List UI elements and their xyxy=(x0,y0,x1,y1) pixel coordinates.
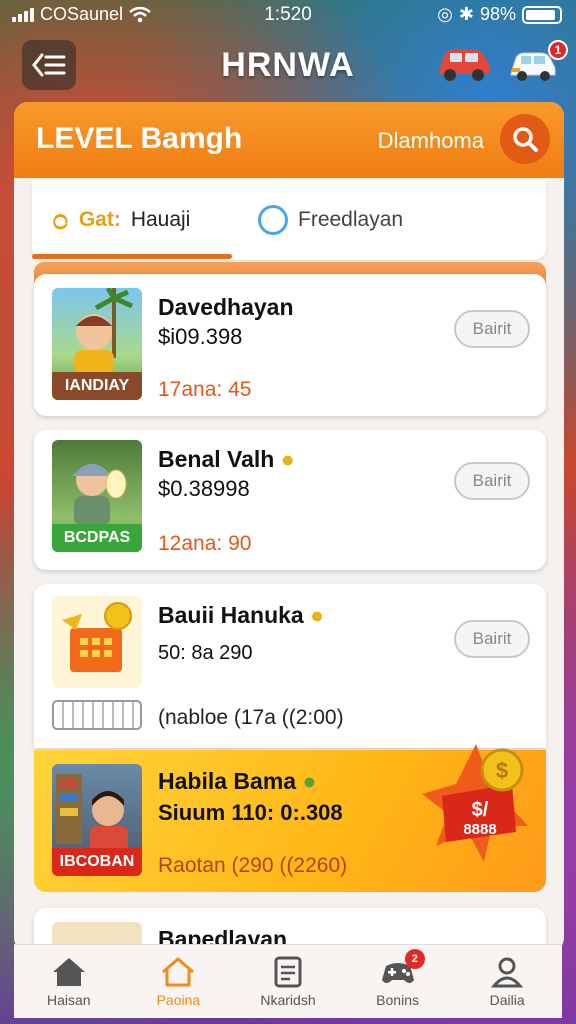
item-price: 50: 8a 290 xyxy=(158,642,253,664)
item-badge: BCDPAS xyxy=(52,524,142,552)
tab-prefix: Gat: xyxy=(78,208,121,231)
nav-label: Paoina xyxy=(156,991,201,1008)
item-name-text: Bauii Hanuka xyxy=(158,602,304,628)
nav-item-bonins[interactable]: 2 Bonins xyxy=(343,945,453,1018)
app-header: HRNWA 1 xyxy=(0,38,576,94)
item-meta: Raotan (290 ((2260) xyxy=(158,854,348,877)
level-subtitle: Dlamhoma xyxy=(377,128,484,153)
battery-icon xyxy=(522,5,562,24)
reward-badge-top: $/ xyxy=(472,799,489,821)
item-price: Siuum 110: 0:.308 xyxy=(158,800,343,825)
calendar-gift-icon xyxy=(52,596,142,688)
search-icon xyxy=(513,127,538,152)
coin-icon: ● xyxy=(302,768,317,794)
list-item[interactable]: BCDPAS Benal Valh ● $0.38998 12ana: 90 B… xyxy=(34,430,546,570)
nav-item-nkaridsh[interactable]: Nkaridsh xyxy=(233,945,343,1018)
reward-badge-icon: $ $/ 8888 xyxy=(416,736,536,876)
item-name-text: Habila Bama xyxy=(158,768,297,794)
svg-text:$: $ xyxy=(496,758,508,783)
item-thumbnail: IBCOBAN xyxy=(52,764,142,876)
item-meta: (nabloe (17a ((2:00) xyxy=(158,706,344,729)
nav-item-haisan[interactable]: Haisan xyxy=(14,945,124,1018)
gold-coin-icon: ೦ xyxy=(52,203,69,236)
item-thumbnail: BCDPAS xyxy=(52,440,142,552)
tab-freedlayan[interactable]: Freedlayan xyxy=(258,200,403,240)
nav-label: Nkaridsh xyxy=(260,991,316,1008)
location-icon: ◎ xyxy=(437,4,453,24)
item-badge: IANDIAY xyxy=(52,372,142,400)
nav-label: Dailia xyxy=(489,991,525,1008)
item-meta: 12ana: 90 xyxy=(158,532,252,555)
keyboard-icon xyxy=(52,700,142,730)
status-bar: COSaunel 1:520 ◎ ✱ 98% xyxy=(0,0,576,30)
back-list-icon xyxy=(32,53,66,77)
list-item[interactable]: Bauii Hanuka ● 50: 8a 290 (nabloe (17a (… xyxy=(34,584,546,748)
item-action-button[interactable]: Bairit xyxy=(454,462,530,500)
notification-badge: 1 xyxy=(548,40,568,60)
item-name: Benal Valh ● xyxy=(158,446,295,473)
back-button[interactable] xyxy=(22,40,76,90)
home-icon xyxy=(52,957,85,986)
bottom-nav: Haisan Paoina Nkaridsh 2 Bonins Dailia xyxy=(14,944,562,1018)
list-item[interactable]: IANDIAY Davedhayan $i09.398 17ana: 45 Ba… xyxy=(34,274,546,416)
circle-icon xyxy=(258,205,288,235)
battery-percent: 98% xyxy=(479,4,516,24)
nav-badge: 2 xyxy=(404,949,425,969)
main-panel: LEVEL Bamgh Dlamhoma ೦ Gat: Hauaji Freed… xyxy=(14,102,564,952)
nav-item-paoina[interactable]: Paoina xyxy=(124,945,234,1018)
level-title: LEVEL Bamgh xyxy=(36,122,243,155)
item-meta: 17ana: 45 xyxy=(158,378,252,401)
item-name-text: Benal Valh xyxy=(158,446,275,472)
tab-label: Freedlayan xyxy=(298,208,404,231)
coin-icon: ● xyxy=(280,446,295,472)
item-action-button[interactable]: Bairit xyxy=(454,620,530,658)
active-tab-indicator xyxy=(32,254,232,259)
status-right: ◎ ✱ 98% xyxy=(437,4,562,25)
search-button[interactable] xyxy=(500,114,550,164)
item-action-button[interactable]: Bairit xyxy=(454,310,530,348)
nav-label: Haisan xyxy=(47,991,91,1008)
app-title: HRNWA xyxy=(221,46,355,84)
nav-label: Bonins xyxy=(376,991,419,1008)
featured-item[interactable]: IBCOBAN Habila Bama ● Siuum 110: 0:.308 … xyxy=(34,744,546,892)
item-name: Habila Bama ● xyxy=(158,768,316,795)
tab-label: Hauaji xyxy=(130,208,191,231)
bluetooth-icon: ✱ xyxy=(458,4,474,24)
item-price: $0.38998 xyxy=(158,476,250,501)
profile-icon xyxy=(491,957,524,987)
red-car-icon[interactable] xyxy=(434,42,494,84)
item-badge: IBCOBAN xyxy=(52,848,142,876)
level-header: LEVEL Bamgh Dlamhoma xyxy=(14,102,564,178)
house-outline-icon xyxy=(162,957,195,986)
tab-bar: ೦ Gat: Hauaji Freedlayan xyxy=(32,180,546,260)
item-price: $i09.398 xyxy=(158,324,243,349)
document-icon xyxy=(274,956,302,987)
coin-icon: ● xyxy=(310,602,325,628)
tab-hauaji[interactable]: ೦ Gat: Hauaji xyxy=(52,200,190,240)
item-name: Bauii Hanuka ● xyxy=(158,602,324,629)
white-car-icon[interactable]: 1 xyxy=(508,40,568,84)
item-name: Davedhayan xyxy=(158,294,294,320)
item-thumbnail: IANDIAY xyxy=(52,288,142,400)
nav-item-dailia[interactable]: Dailia xyxy=(452,945,562,1018)
reward-badge-text: 8888 xyxy=(463,821,496,838)
